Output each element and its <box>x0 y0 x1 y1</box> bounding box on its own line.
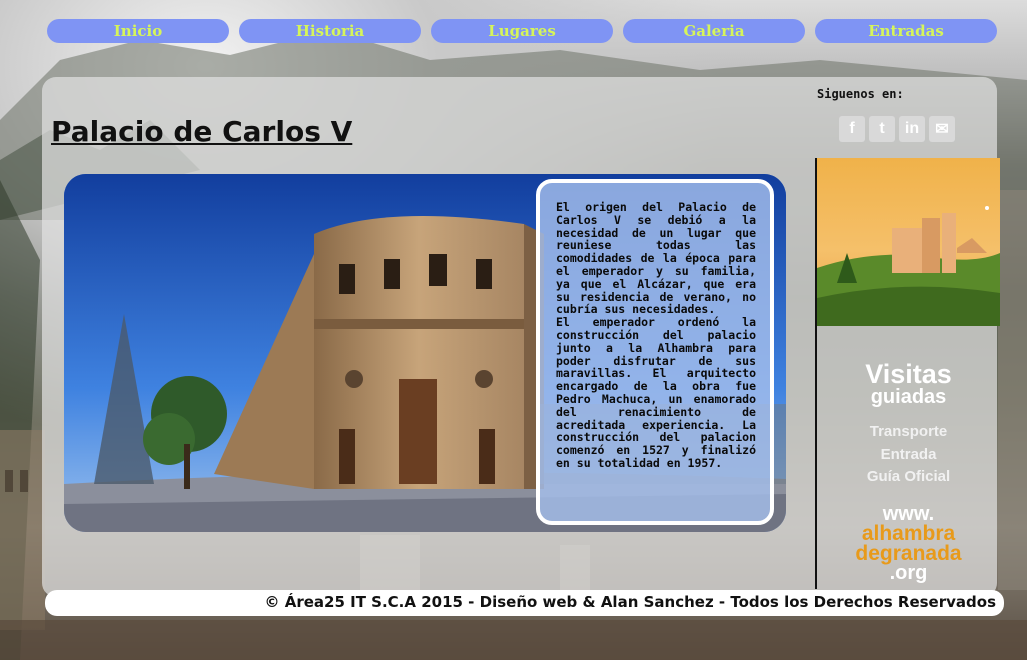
twitter-icon[interactable]: t <box>869 116 895 142</box>
banner-item-entrada: Entrada <box>880 446 937 463</box>
alhambra-illustration <box>817 206 1000 326</box>
nav-inicio[interactable]: Inicio <box>47 19 229 43</box>
nav-galeria[interactable]: Galeria <box>623 19 805 43</box>
banner-illustration <box>817 158 1000 326</box>
nav-historia[interactable]: Historia <box>239 19 421 43</box>
nav-lugares[interactable]: Lugares <box>431 19 613 43</box>
banner-item-transporte: Transporte <box>869 423 948 440</box>
page-title: Palacio de Carlos V <box>51 115 353 148</box>
main-nav: Inicio Historia Lugares Galeria Entradas <box>47 19 997 44</box>
follow-label: Siguenos en: <box>817 87 904 101</box>
mail-icon[interactable]: ✉ <box>929 116 955 142</box>
banner-item-guia: Guía Oficial <box>866 468 951 485</box>
description-paragraph-1: El origen del Palacio de Carlos V se deb… <box>556 200 756 317</box>
banner-title: Visitas <box>865 359 952 389</box>
nav-entradas[interactable]: Entradas <box>815 19 997 43</box>
description-box: El origen del Palacio de Carlos V se deb… <box>536 179 774 525</box>
footer: © Área25 IT S.C.A 2015 - Diseño web & Al… <box>45 590 1004 616</box>
social-links: f t in ✉ <box>839 116 955 142</box>
facebook-icon[interactable]: f <box>839 116 865 142</box>
guided-visits-banner[interactable]: Visitas guiadas Transporte Entrada Guía … <box>815 158 1000 589</box>
footer-copyright: © Área25 IT S.C.A 2015 - Diseño web & Al… <box>264 593 996 611</box>
banner-subtitle: guiadas <box>870 386 947 408</box>
description-paragraph-2: El emperador ordenó la construcción del … <box>556 315 756 470</box>
linkedin-icon[interactable]: in <box>899 116 925 142</box>
sidebar: Siguenos en: f t in ✉ Visitas guiadas Tr… <box>815 84 1000 589</box>
banner-url-org: .org <box>889 562 928 584</box>
